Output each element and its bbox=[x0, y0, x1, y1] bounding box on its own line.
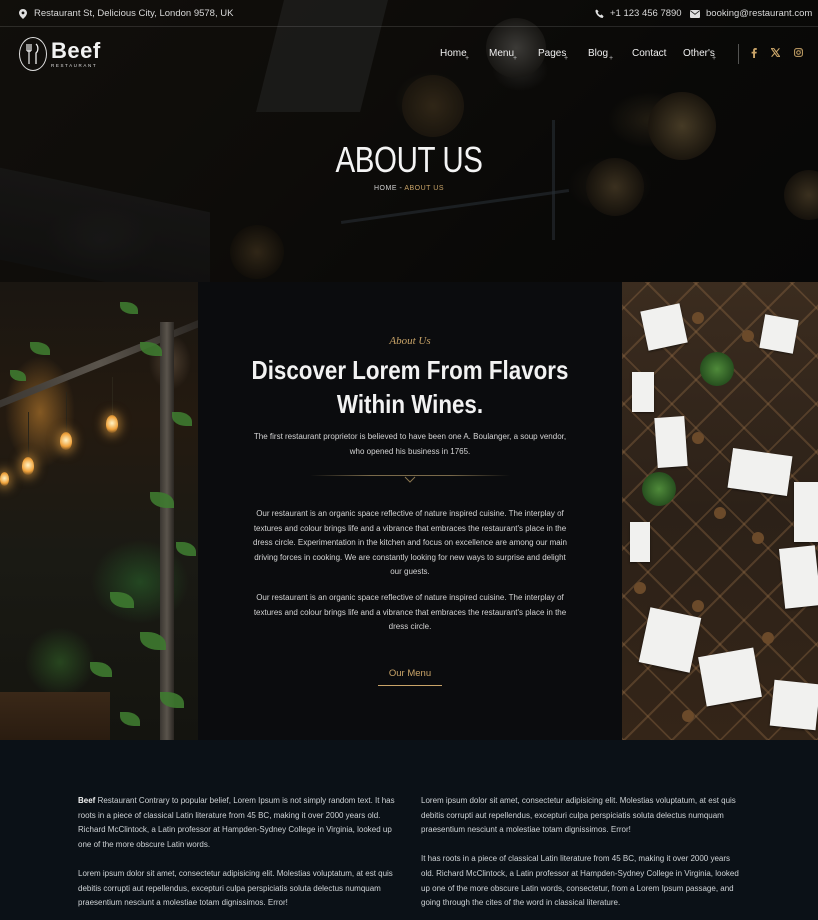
ivy-leaf bbox=[120, 712, 140, 726]
cutlery-logo-icon bbox=[19, 37, 47, 71]
dining-table bbox=[727, 448, 793, 496]
chevron-down-icon bbox=[404, 471, 416, 483]
section-subtitle: About Us bbox=[389, 335, 431, 347]
dining-table bbox=[638, 607, 702, 673]
ivy-leaf bbox=[110, 592, 134, 608]
submenu-plus-icon: + bbox=[465, 55, 470, 62]
chair bbox=[692, 432, 704, 444]
pipe-shape bbox=[160, 322, 174, 740]
nav-item-pages[interactable]: Pages bbox=[538, 48, 566, 59]
potted-plant bbox=[700, 352, 734, 386]
facebook-icon[interactable] bbox=[751, 48, 757, 61]
brand-logo[interactable]: Beef RESTAURANT bbox=[19, 37, 101, 71]
about-details-section: Beef Restaurant Contrary to popular beli… bbox=[0, 740, 818, 920]
chair bbox=[692, 312, 704, 324]
email-text: booking@restaurant.com bbox=[706, 8, 813, 19]
phone-info[interactable]: +1 123 456 7890 bbox=[594, 8, 682, 19]
details-column-right: Lorem ipsum dolor sit amet, consectetur … bbox=[421, 794, 743, 920]
dining-table bbox=[630, 522, 650, 562]
nav-item-blog[interactable]: Blog bbox=[588, 48, 608, 59]
submenu-plus-icon: + bbox=[712, 55, 717, 62]
details-paragraph: Lorem ipsum dolor sit amet, consectetur … bbox=[78, 868, 393, 908]
brand-mention: Beef bbox=[78, 796, 96, 805]
chair bbox=[742, 330, 754, 342]
submenu-plus-icon: + bbox=[609, 55, 614, 62]
dining-table bbox=[778, 545, 818, 609]
x-twitter-icon[interactable] bbox=[770, 47, 781, 60]
intro-text: The first restaurant proprietor is belie… bbox=[253, 432, 567, 456]
brand-name: Beef bbox=[51, 37, 101, 63]
nav-item-menu[interactable]: Menu bbox=[489, 48, 514, 59]
ivy-leaf bbox=[90, 662, 112, 677]
instagram-icon[interactable] bbox=[794, 48, 803, 60]
chair bbox=[634, 582, 646, 594]
ivy-leaf bbox=[30, 342, 50, 355]
our-menu-button[interactable]: Our Menu bbox=[378, 668, 442, 686]
submenu-plus-icon: + bbox=[564, 55, 569, 62]
about-section: About Us Discover Lorem From Flavors Wit… bbox=[0, 282, 818, 740]
address-info: Restaurant St, Delicious City, London 95… bbox=[18, 8, 233, 19]
nav-item-contact[interactable]: Contact bbox=[632, 48, 666, 59]
chair bbox=[752, 532, 764, 544]
bar-lights-photo bbox=[0, 282, 198, 740]
dining-table bbox=[769, 679, 818, 731]
about-paragraph-2: Our restaurant is an organic space refle… bbox=[253, 593, 567, 631]
about-content: About Us Discover Lorem From Flavors Wit… bbox=[198, 282, 622, 740]
ivy-leaf bbox=[10, 370, 26, 381]
heading-line-1: Discover Lorem From Flavors bbox=[251, 355, 569, 385]
light-bulb bbox=[0, 472, 9, 486]
details-text: Restaurant Contrary to popular belief, L… bbox=[78, 796, 395, 849]
details-paragraph: Lorem ipsum dolor sit amet, consectetur … bbox=[421, 796, 736, 835]
email-info[interactable]: booking@restaurant.com bbox=[690, 8, 812, 19]
submenu-plus-icon: + bbox=[513, 55, 518, 62]
bulb-wire bbox=[66, 392, 67, 432]
brand-tagline: RESTAURANT bbox=[51, 62, 98, 68]
bar-counter-shape bbox=[0, 692, 110, 740]
ivy-leaf bbox=[176, 542, 196, 556]
chair bbox=[714, 507, 726, 519]
address-text: Restaurant St, Delicious City, London 95… bbox=[34, 8, 234, 19]
dining-table bbox=[759, 314, 799, 354]
chair bbox=[682, 710, 694, 722]
ivy-leaf bbox=[172, 412, 192, 426]
potted-plant bbox=[642, 472, 676, 506]
nav-divider bbox=[738, 44, 739, 64]
hero-banner: Restaurant St, Delicious City, London 95… bbox=[0, 0, 818, 282]
chair bbox=[692, 600, 704, 612]
ivy-leaf bbox=[140, 342, 162, 356]
section-heading: Discover Lorem From Flavors Within Wines… bbox=[228, 353, 593, 421]
breadcrumb-current: ABOUT US bbox=[404, 185, 444, 192]
envelope-icon bbox=[690, 9, 700, 19]
phone-icon bbox=[594, 9, 604, 19]
dining-table bbox=[654, 416, 688, 468]
details-paragraph: It has roots in a piece of classical Lat… bbox=[421, 854, 739, 908]
bulb-wire bbox=[28, 412, 29, 457]
details-column-left: Beef Restaurant Contrary to popular beli… bbox=[78, 794, 400, 920]
nav-item-home[interactable]: Home bbox=[440, 48, 467, 59]
page-title: ABOUT US bbox=[335, 139, 483, 180]
light-bulb bbox=[60, 432, 72, 450]
dining-table bbox=[640, 303, 688, 351]
dining-room-photo bbox=[622, 282, 818, 740]
light-bulb bbox=[106, 415, 118, 433]
about-paragraph-1: Our restaurant is an organic space refle… bbox=[253, 509, 567, 576]
nav-item-others[interactable]: Other's bbox=[683, 48, 715, 59]
ivy-leaf bbox=[120, 302, 138, 314]
breadcrumb-home[interactable]: HOME bbox=[374, 185, 397, 192]
heading-line-2: Within Wines. bbox=[336, 389, 484, 419]
chair bbox=[762, 632, 774, 644]
dining-table bbox=[794, 482, 818, 542]
breadcrumb: HOME - ABOUT US bbox=[0, 185, 818, 192]
map-marker-icon bbox=[18, 8, 28, 19]
details-paragraph: Beef Restaurant Contrary to popular beli… bbox=[78, 794, 400, 852]
top-info-bar: Restaurant St, Delicious City, London 95… bbox=[0, 0, 818, 27]
dining-table bbox=[632, 372, 654, 412]
light-bulb bbox=[22, 457, 34, 475]
bulb-wire bbox=[112, 377, 113, 415]
dining-table bbox=[698, 647, 762, 707]
phone-text: +1 123 456 7890 bbox=[610, 8, 682, 19]
